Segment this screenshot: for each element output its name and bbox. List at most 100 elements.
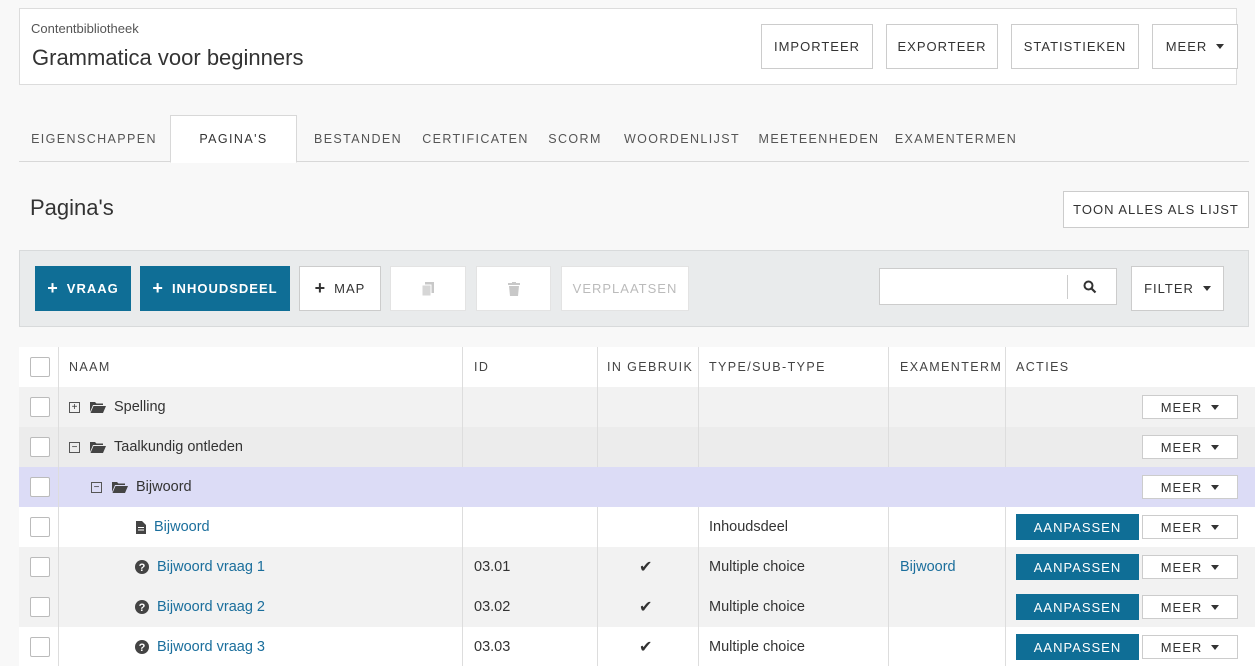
show-all-as-list-button[interactable]: TOON ALLES ALS LIJST — [1063, 191, 1249, 228]
export-button[interactable]: EXPORTEER — [886, 24, 998, 69]
row-more-button[interactable]: MEER — [1142, 595, 1238, 619]
plus-icon: + — [47, 278, 59, 298]
expand-icon[interactable]: + — [69, 401, 80, 413]
add-question-label: VRAAG — [66, 281, 119, 296]
table-row: Bijwoord Inhoudsdeel AANPASSEN MEER — [19, 507, 1255, 547]
table-row: ? Bijwoord vraag 3 03.03 ✔ Multiple choi… — [19, 627, 1255, 666]
table-header-row: NAAM ID IN GEBRUIK TYPE/SUB-TYPE EXAMENT… — [19, 347, 1255, 387]
search-input[interactable] — [880, 269, 1066, 304]
row-type: Multiple choice — [709, 559, 805, 575]
tab-scorm[interactable]: SCORM — [543, 115, 607, 162]
row-checkbox[interactable] — [30, 557, 50, 577]
more-label: MEER — [1160, 639, 1203, 655]
svg-text:?: ? — [139, 562, 146, 574]
filter-dropdown-button[interactable]: FILTER — [1131, 266, 1224, 311]
add-question-button[interactable]: + VRAAG — [35, 266, 131, 311]
caret-down-icon — [1211, 564, 1220, 570]
row-name-link[interactable]: Bijwoord vraag 3 — [157, 639, 265, 655]
tab-woordenlijst[interactable]: WOORDENLIJST — [621, 115, 743, 162]
tab-eigenschappen[interactable]: EIGENSCHAPPEN — [19, 115, 169, 162]
collapse-icon[interactable]: − — [69, 441, 80, 453]
edit-button[interactable]: AANPASSEN — [1016, 514, 1139, 540]
tab-bestanden[interactable]: BESTANDEN — [309, 115, 407, 162]
tab-paginas[interactable]: PAGINA'S — [170, 115, 297, 163]
more-label: MEER — [1160, 479, 1203, 495]
caret-down-icon — [1211, 404, 1220, 410]
row-checkbox[interactable] — [30, 437, 50, 457]
pages-table: NAAM ID IN GEBRUIK TYPE/SUB-TYPE EXAMENT… — [19, 347, 1255, 666]
more-dropdown-button[interactable]: MEER — [1152, 24, 1238, 69]
add-content-part-button[interactable]: + INHOUDSDEEL — [140, 266, 290, 311]
row-more-button[interactable]: MEER — [1142, 475, 1238, 499]
row-checkbox[interactable] — [30, 637, 50, 657]
row-type: Multiple choice — [709, 639, 805, 655]
tab-meeteenheden[interactable]: MEETEENHEDEN — [755, 115, 883, 162]
in-use-check-icon: ✔ — [639, 559, 653, 576]
row-checkbox[interactable] — [30, 477, 50, 497]
row-checkbox[interactable] — [30, 397, 50, 417]
caret-down-icon — [1211, 444, 1220, 450]
row-name-link[interactable]: Bijwoord vraag 1 — [157, 559, 265, 575]
tab-certificaten[interactable]: CERTIFICATEN — [420, 115, 531, 162]
delete-button[interactable] — [476, 266, 551, 311]
caret-down-icon — [1211, 524, 1220, 530]
search-divider — [1067, 275, 1068, 299]
row-more-button[interactable]: MEER — [1142, 635, 1238, 659]
copy-button[interactable] — [390, 266, 466, 311]
more-label: MEER — [1160, 439, 1203, 455]
table-row: − Taalkundig ontleden MEER — [19, 427, 1255, 467]
column-id[interactable]: ID — [474, 347, 489, 387]
row-name[interactable]: Spelling — [114, 399, 166, 415]
table-row-selected: − Bijwoord MEER — [19, 467, 1255, 507]
select-all-checkbox[interactable] — [30, 357, 50, 377]
row-checkbox[interactable] — [30, 517, 50, 537]
question-circle-icon: ? — [135, 640, 149, 654]
add-content-part-label: INHOUDSDEEL — [171, 281, 278, 296]
svg-text:?: ? — [139, 602, 146, 614]
statistics-button[interactable]: STATISTIEKEN — [1011, 24, 1139, 69]
caret-down-icon — [1211, 644, 1220, 650]
column-actions: ACTIES — [1016, 360, 1070, 374]
column-type[interactable]: TYPE/SUB-TYPE — [709, 347, 826, 387]
more-label: MEER — [1160, 399, 1203, 415]
row-more-button[interactable]: MEER — [1142, 435, 1238, 459]
more-label: MEER — [1165, 39, 1208, 54]
section-title: Pagina's — [30, 195, 114, 220]
tab-examentermen[interactable]: EXAMENTERMEN — [895, 115, 1017, 162]
row-more-button[interactable]: MEER — [1142, 515, 1238, 539]
row-name-link[interactable]: Bijwoord — [154, 519, 210, 535]
caret-down-icon — [1202, 286, 1211, 291]
plus-icon: + — [314, 278, 327, 298]
caret-down-icon — [1211, 604, 1220, 610]
row-exam-term-link[interactable]: Bijwoord — [900, 547, 956, 587]
import-button[interactable]: IMPORTEER — [761, 24, 873, 69]
edit-button[interactable]: AANPASSEN — [1016, 634, 1139, 660]
row-id: 03.01 — [474, 559, 511, 575]
row-checkbox[interactable] — [30, 597, 50, 617]
edit-button[interactable]: AANPASSEN — [1016, 594, 1139, 620]
caret-down-icon — [1211, 484, 1220, 490]
filter-label: FILTER — [1144, 281, 1194, 296]
plus-icon: + — [152, 278, 164, 298]
row-name[interactable]: Taalkundig ontleden — [114, 439, 243, 455]
search-icon[interactable] — [1083, 280, 1097, 294]
row-more-button[interactable]: MEER — [1142, 395, 1238, 419]
table-row: ? Bijwoord vraag 2 03.02 ✔ Multiple choi… — [19, 587, 1255, 627]
edit-button[interactable]: AANPASSEN — [1016, 554, 1139, 580]
table-row: + Spelling MEER — [19, 387, 1255, 427]
page-title: Grammatica voor beginners — [32, 45, 304, 70]
row-id: 03.03 — [474, 639, 511, 655]
in-use-check-icon: ✔ — [639, 639, 653, 656]
add-folder-button[interactable]: + MAP — [299, 266, 381, 311]
svg-text:?: ? — [139, 642, 146, 654]
more-label: MEER — [1160, 599, 1203, 615]
collapse-icon[interactable]: − — [91, 481, 102, 493]
folder-open-icon — [112, 481, 128, 493]
column-exam-term[interactable]: EXAMENTERM — [900, 347, 1002, 387]
row-more-button[interactable]: MEER — [1142, 555, 1238, 579]
move-button[interactable]: VERPLAATSEN — [561, 266, 689, 311]
column-in-use[interactable]: IN GEBRUIK — [607, 347, 693, 387]
column-name[interactable]: NAAM — [69, 347, 111, 387]
row-name[interactable]: Bijwoord — [136, 479, 192, 495]
row-name-link[interactable]: Bijwoord vraag 2 — [157, 599, 265, 615]
